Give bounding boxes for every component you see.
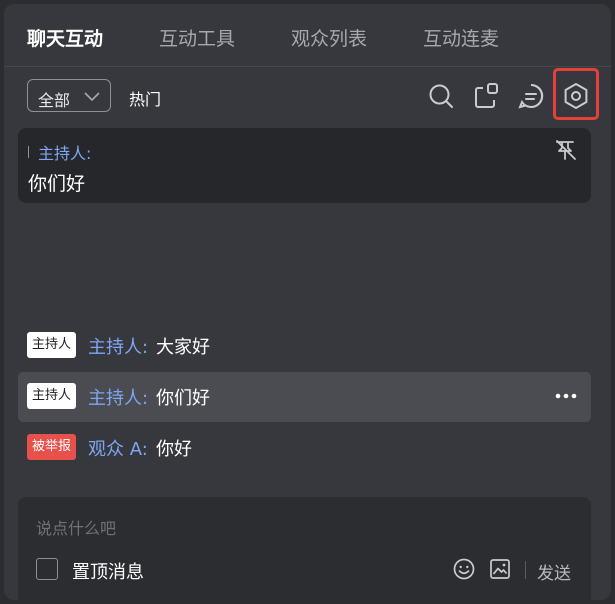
more-options-icon[interactable] (554, 386, 578, 406)
message-author: 主持人: (88, 337, 149, 358)
host-badge: 主持人 (27, 332, 77, 358)
unpin-icon[interactable] (554, 138, 578, 162)
settings-highlight-box (553, 68, 599, 120)
tab-chat-interaction[interactable]: 聊天互动 (27, 24, 103, 51)
hot-filter-tab[interactable]: 热门 (129, 86, 161, 110)
message-author: 主持人: (88, 388, 149, 409)
pinned-indicator (28, 146, 29, 158)
message-input[interactable]: 说点什么吧 (36, 515, 116, 539)
chat-message-hovered[interactable]: 主持人 主持人: 你们好 (18, 372, 591, 422)
message-text: 你们好 (156, 388, 210, 409)
pin-message-checkbox[interactable] (36, 558, 58, 580)
reported-badge: 被举报 (27, 434, 77, 460)
chevron-down-icon (84, 92, 100, 102)
chat-message[interactable]: 被举报 观众 A: 你好 (18, 423, 591, 473)
chat-message[interactable]: 主持人 主持人: 大家好 (18, 321, 591, 371)
pin-message-label: 置顶消息 (72, 562, 144, 583)
pinned-text: 你们好 (28, 173, 86, 195)
emoji-icon[interactable] (452, 557, 476, 581)
host-badge: 主持人 (27, 383, 77, 409)
tab-co-hosting[interactable]: 互动连麦 (423, 24, 499, 51)
message-filter-select[interactable]: 全部 (27, 79, 111, 112)
message-author: 观众 A: (88, 439, 148, 460)
search-icon[interactable] (426, 81, 456, 111)
message-text: 大家好 (156, 337, 210, 358)
divider (525, 561, 526, 579)
message-icon[interactable] (516, 81, 546, 111)
message-text: 你好 (156, 439, 192, 460)
pinned-author: 主持人: (38, 144, 92, 163)
send-button[interactable]: 发送 (537, 559, 571, 584)
image-icon[interactable] (488, 557, 512, 581)
tab-audience-list[interactable]: 观众列表 (291, 24, 367, 51)
filter-selected-value: 全部 (38, 91, 71, 110)
pinned-message: 主持人: 你们好 (18, 128, 591, 203)
tab-bar: 聊天互动 互动工具 观众列表 互动连麦 (4, 4, 611, 67)
chat-panel: 聊天互动 互动工具 观众列表 互动连麦 全部 热门 主持人: 你们好 主持人 主… (4, 4, 611, 600)
popout-icon[interactable] (471, 81, 501, 111)
chat-input-area: 说点什么吧 置顶消息 发送 (18, 497, 591, 600)
tab-interaction-tools[interactable]: 互动工具 (159, 24, 235, 51)
